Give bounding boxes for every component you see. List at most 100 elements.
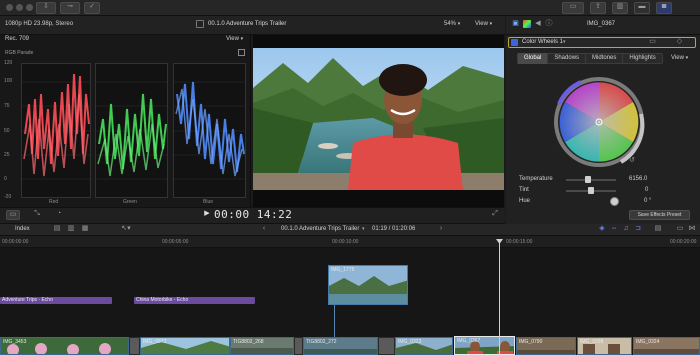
viewer-options-icon[interactable]: ▭ bbox=[6, 210, 20, 220]
transition-marker[interactable] bbox=[294, 337, 303, 355]
headphones-icon[interactable]: ♫ bbox=[622, 225, 630, 233]
ruler-tick-2: 00:00:10:00 bbox=[332, 239, 359, 245]
enhancements-icon[interactable]: ◔ bbox=[52, 210, 66, 218]
timeline-clip[interactable]: IMG_3453 bbox=[0, 337, 129, 355]
param-tint-value[interactable]: 0 bbox=[645, 187, 648, 193]
timeline-clip[interactable]: TIG8802_268 bbox=[230, 337, 294, 355]
blue-parade bbox=[173, 63, 246, 198]
chevron-down-icon: ▾ bbox=[240, 36, 244, 42]
inspector-toggle-icon[interactable]: ≣ bbox=[656, 2, 672, 14]
mask-icon[interactable]: ▭ bbox=[648, 38, 657, 46]
background-tasks-icon[interactable]: ✓ bbox=[84, 2, 100, 14]
clip-name: IMG_3453 bbox=[3, 339, 27, 345]
append-clip-icon[interactable]: ▤ bbox=[52, 225, 62, 233]
tab-highlights[interactable]: Highlights bbox=[623, 53, 661, 64]
transform-tool-icon[interactable]: ⤡ bbox=[30, 210, 44, 218]
play-icon[interactable]: ▶ bbox=[202, 210, 212, 218]
minimize-window-icon[interactable] bbox=[16, 4, 23, 11]
clip-appearance-icon[interactable] bbox=[196, 20, 204, 28]
fullscreen-icon[interactable]: ⤢ bbox=[490, 210, 500, 218]
timeline-clip[interactable]: IMG_0323 bbox=[395, 337, 453, 355]
share-icon[interactable]: ⇪ bbox=[590, 2, 606, 14]
timecode-display[interactable]: 00:00 14:22 bbox=[214, 208, 292, 221]
top-toolbar: ⇩ ⊸ ✓ ▭ ⇪ ▥ ▬ ≣ bbox=[0, 0, 700, 16]
transition-marker[interactable] bbox=[129, 337, 140, 355]
color-inspector-icon[interactable] bbox=[523, 20, 531, 28]
close-window-icon[interactable] bbox=[6, 4, 13, 11]
clip-name: IMG_0873 bbox=[143, 339, 167, 345]
tint-slider-knob[interactable] bbox=[588, 187, 594, 194]
param-temperature-value[interactable]: 6156.0 bbox=[629, 176, 647, 182]
tab-shadows[interactable]: Shadows bbox=[548, 53, 587, 64]
keyword-icon[interactable]: ⊸ bbox=[60, 2, 80, 14]
timeline-clip[interactable]: IMG_0324 bbox=[633, 337, 700, 355]
viewer-frame[interactable] bbox=[253, 48, 504, 190]
snapping-icon[interactable]: ⊐ bbox=[634, 225, 642, 233]
ruler-tick-0: 00:00:00:00 bbox=[2, 239, 29, 245]
video-frame-image bbox=[253, 48, 504, 190]
tab-global[interactable]: Global bbox=[518, 53, 549, 64]
project-title: 00.1.0 Adventure Trips Trailer bbox=[208, 21, 287, 27]
zoom-window-icon[interactable] bbox=[26, 4, 33, 11]
timeline-clip[interactable]: IMG_0298 bbox=[577, 337, 632, 355]
axis-tick-120: 120 bbox=[4, 60, 13, 66]
history-forward-icon[interactable]: › bbox=[437, 225, 445, 233]
reset-icon[interactable]: ↺ bbox=[628, 157, 636, 165]
hue-dial[interactable] bbox=[610, 197, 619, 206]
ruler-tick-3: 00:00:15:00 bbox=[506, 239, 533, 245]
audio-skimming-icon[interactable]: ◈ bbox=[598, 225, 606, 233]
green-channel-label: Green bbox=[123, 199, 137, 205]
keyframe-icon[interactable]: ◇ bbox=[675, 38, 684, 46]
scope-settings-icon[interactable] bbox=[238, 49, 245, 56]
clip-name: IMG_0298 bbox=[580, 339, 604, 345]
timeline-clip[interactable]: IMG_0790 bbox=[516, 337, 576, 355]
import-media-icon[interactable]: ⇩ bbox=[36, 2, 56, 14]
video-inspector-icon[interactable]: ▣ bbox=[511, 20, 520, 28]
inspector-view-menu[interactable]: View ▾ bbox=[671, 55, 688, 61]
audio-inspector-icon[interactable]: ◀ bbox=[534, 20, 542, 28]
timeline-clip[interactable]: IMG_0873 bbox=[140, 337, 230, 355]
viewer-view-menu[interactable]: View ▾ bbox=[475, 21, 492, 27]
playhead[interactable] bbox=[499, 239, 500, 355]
color-wheel[interactable] bbox=[551, 74, 647, 170]
axis-tick-minus-20: -20 bbox=[4, 194, 12, 200]
temperature-slider-knob[interactable] bbox=[585, 176, 591, 183]
view-label: View bbox=[475, 21, 488, 27]
red-channel-label: Red bbox=[49, 199, 59, 205]
effect-enable-checkbox[interactable] bbox=[511, 39, 518, 46]
timeline-toggle-icon[interactable]: ▬ bbox=[634, 2, 650, 14]
zoom-menu[interactable]: 54% ▾ bbox=[444, 21, 460, 27]
viewer-letterbox-top bbox=[253, 35, 504, 48]
param-hue-value[interactable]: 0 ° bbox=[644, 198, 651, 204]
axis-tick-50: 50 bbox=[4, 128, 10, 134]
param-tint-label: Tint bbox=[519, 187, 529, 193]
index-button[interactable]: Index bbox=[15, 226, 30, 232]
timeline-clip-selected[interactable]: IMG_0367 bbox=[454, 336, 515, 355]
timeline-project-name[interactable]: 00.1.0 Adventure Trips Trailer bbox=[281, 226, 359, 232]
audio-clip-adventure[interactable]: Adventure Trips - Echo bbox=[0, 297, 112, 304]
history-back-icon[interactable]: ‹ bbox=[260, 225, 268, 233]
insert-clip-icon[interactable]: ▥ bbox=[66, 225, 76, 233]
info-inspector-icon[interactable]: ⓘ bbox=[545, 20, 553, 28]
color-wheel-graphic bbox=[554, 77, 645, 167]
browser-toggle-icon[interactable]: ▥ bbox=[612, 2, 628, 14]
library-layout-icon[interactable]: ▭ bbox=[562, 2, 584, 14]
skimming-icon[interactable]: ⇔ bbox=[610, 225, 618, 233]
scope-standard: Rec. 709 bbox=[5, 36, 30, 42]
green-waveform bbox=[96, 81, 167, 180]
audio-clip-name: China Motorbike - Echo bbox=[136, 297, 189, 303]
temperature-slider[interactable] bbox=[566, 179, 616, 181]
transitions-browser-icon[interactable]: ⋈ bbox=[688, 225, 696, 233]
tab-midtones[interactable]: Midtones bbox=[586, 53, 624, 64]
effects-browser-icon[interactable]: ▭ bbox=[676, 225, 684, 233]
effect-name[interactable]: Color Wheels 1 bbox=[522, 39, 563, 45]
connected-clip[interactable]: IMG_1775 bbox=[328, 265, 408, 305]
timeline-clip[interactable]: TIG8802_272 bbox=[303, 337, 378, 355]
audio-clip-china[interactable]: China Motorbike - Echo bbox=[134, 297, 255, 304]
overwrite-clip-icon[interactable]: ▦ bbox=[80, 225, 90, 233]
clip-appearance-icon[interactable]: ▤ bbox=[654, 225, 662, 233]
scopes-view-menu[interactable]: View ▾ bbox=[226, 36, 243, 42]
transition-marker[interactable] bbox=[378, 337, 395, 355]
tool-select-icon[interactable]: ↖▾ bbox=[120, 225, 132, 233]
save-effects-preset-button[interactable]: Save Effects Preset bbox=[629, 210, 690, 220]
